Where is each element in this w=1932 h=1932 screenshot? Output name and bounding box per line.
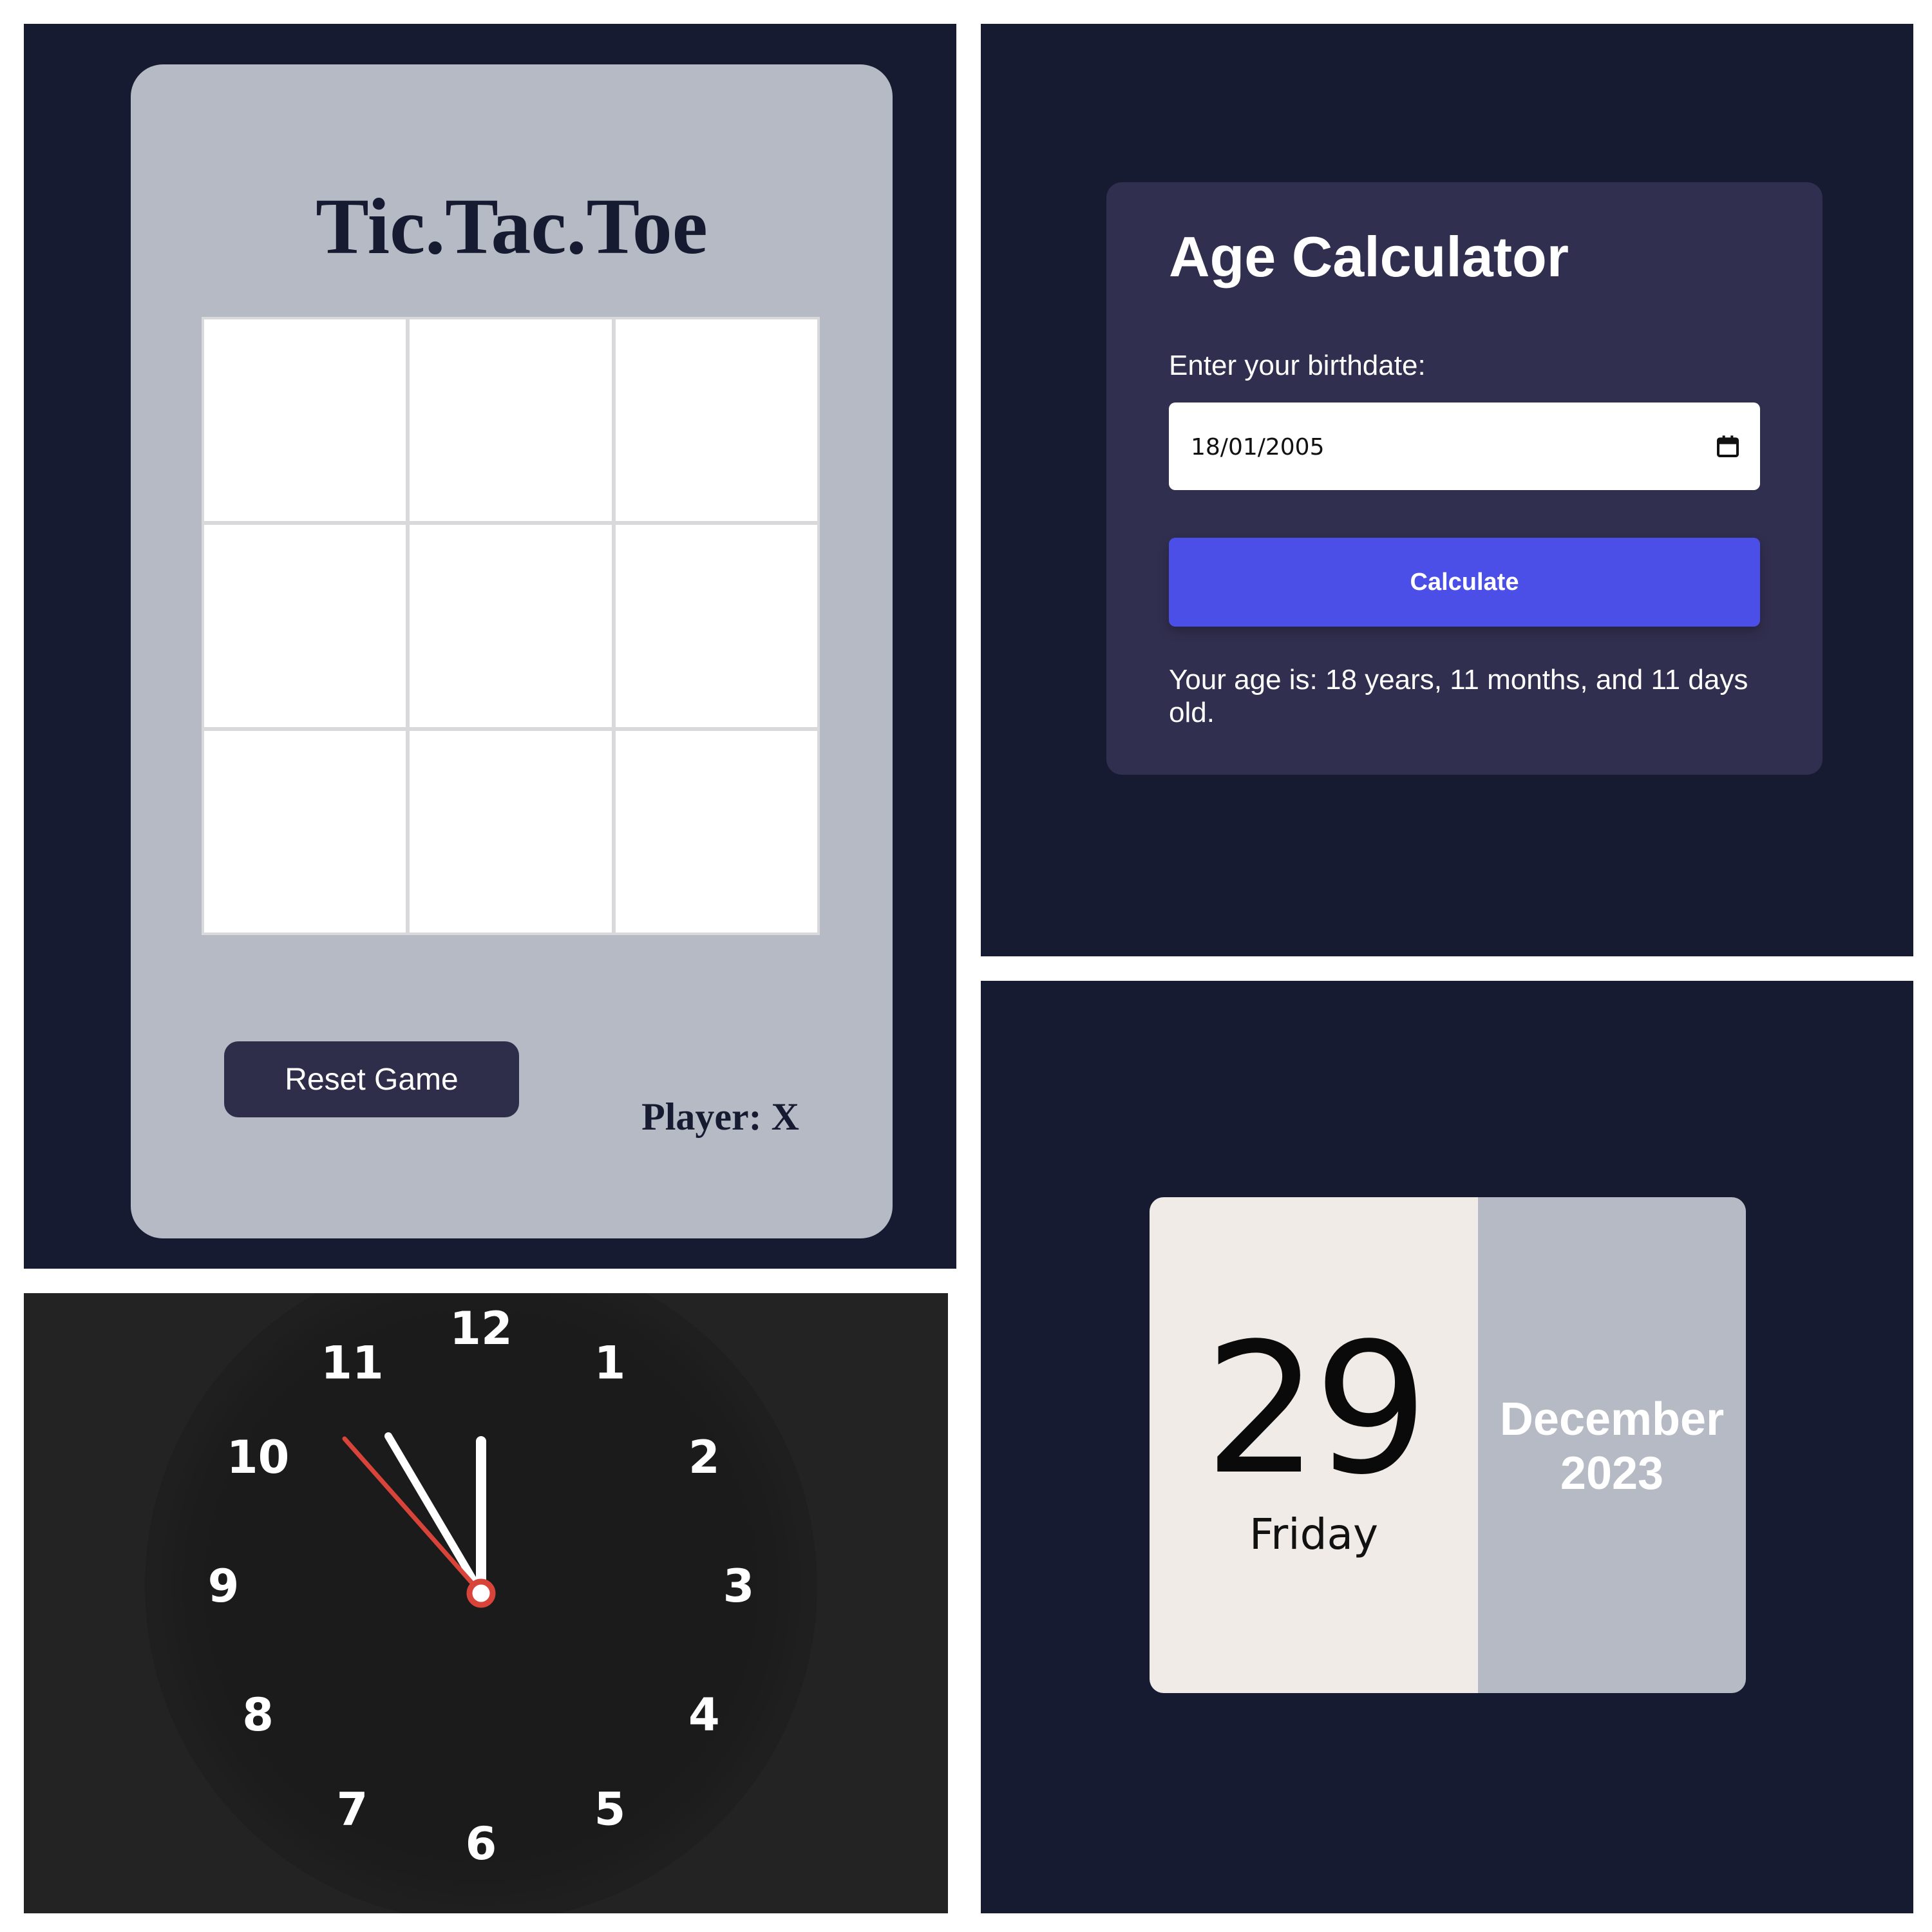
reset-game-button[interactable]: Reset Game <box>224 1041 519 1117</box>
month-year-label: December 2023 <box>1478 1393 1746 1501</box>
month-label: December <box>1499 1394 1725 1445</box>
clock-number: 4 <box>688 1689 720 1741</box>
date-panel: 29 Friday December 2023 <box>981 981 1913 1913</box>
clock-panel: 12 1 2 3 4 5 6 7 8 9 10 11 <box>24 1293 948 1913</box>
date-day-section: 29 Friday <box>1150 1197 1478 1693</box>
date-month-section: December 2023 <box>1478 1197 1746 1693</box>
tictactoe-board <box>202 317 820 935</box>
board-cell[interactable] <box>615 730 817 933</box>
year-label: 2023 <box>1560 1447 1664 1499</box>
birthdate-field[interactable] <box>1169 402 1760 491</box>
clock-number: 10 <box>227 1431 289 1484</box>
clock-number: 5 <box>594 1783 626 1835</box>
clock-number: 3 <box>723 1560 755 1613</box>
analog-clock: 121234567891011 <box>145 1293 817 1913</box>
board-cell[interactable] <box>615 319 817 522</box>
clock-number: 11 <box>321 1337 383 1390</box>
board-cell[interactable] <box>204 525 406 727</box>
tictactoe-title: Tic.Tac.Toe <box>316 182 708 270</box>
clock-number: 1 <box>594 1337 626 1390</box>
clock-number: 8 <box>242 1689 274 1741</box>
board-cell[interactable] <box>410 730 612 933</box>
birthdate-label: Enter your birthdate: <box>1169 350 1426 381</box>
weekday-label: Friday <box>1249 1510 1379 1559</box>
clock-number: 2 <box>688 1431 720 1484</box>
age-calculator-card: Age Calculator Enter your birthdate: Cal… <box>1106 182 1823 775</box>
board-cell[interactable] <box>204 319 406 522</box>
board-cell[interactable] <box>410 525 612 727</box>
tictactoe-panel: Tic.Tac.Toe Reset Game Player: X <box>24 24 956 1269</box>
board-cell[interactable] <box>204 730 406 933</box>
clock-number: 12 <box>450 1302 512 1355</box>
age-calculator-panel: Age Calculator Enter your birthdate: Cal… <box>981 24 1913 956</box>
calculate-button[interactable]: Calculate <box>1169 538 1760 627</box>
current-player-label: Player: X <box>641 1095 799 1138</box>
clock-number: 7 <box>337 1783 368 1835</box>
date-card: 29 Friday December 2023 <box>1150 1197 1746 1693</box>
birthdate-input[interactable] <box>1189 402 1694 491</box>
age-result-text: Your age is: 18 years, 11 months, and 11… <box>1169 664 1748 729</box>
clock-center-pin <box>466 1578 496 1608</box>
board-cell[interactable] <box>410 319 612 522</box>
calendar-icon[interactable] <box>1715 433 1741 459</box>
age-calculator-title: Age Calculator <box>1169 225 1569 289</box>
day-number: 29 <box>1204 1305 1428 1515</box>
clock-number: 9 <box>208 1560 240 1613</box>
board-cell[interactable] <box>615 525 817 727</box>
clock-number: 6 <box>466 1817 497 1870</box>
tictactoe-card: Tic.Tac.Toe Reset Game Player: X <box>131 64 893 1238</box>
